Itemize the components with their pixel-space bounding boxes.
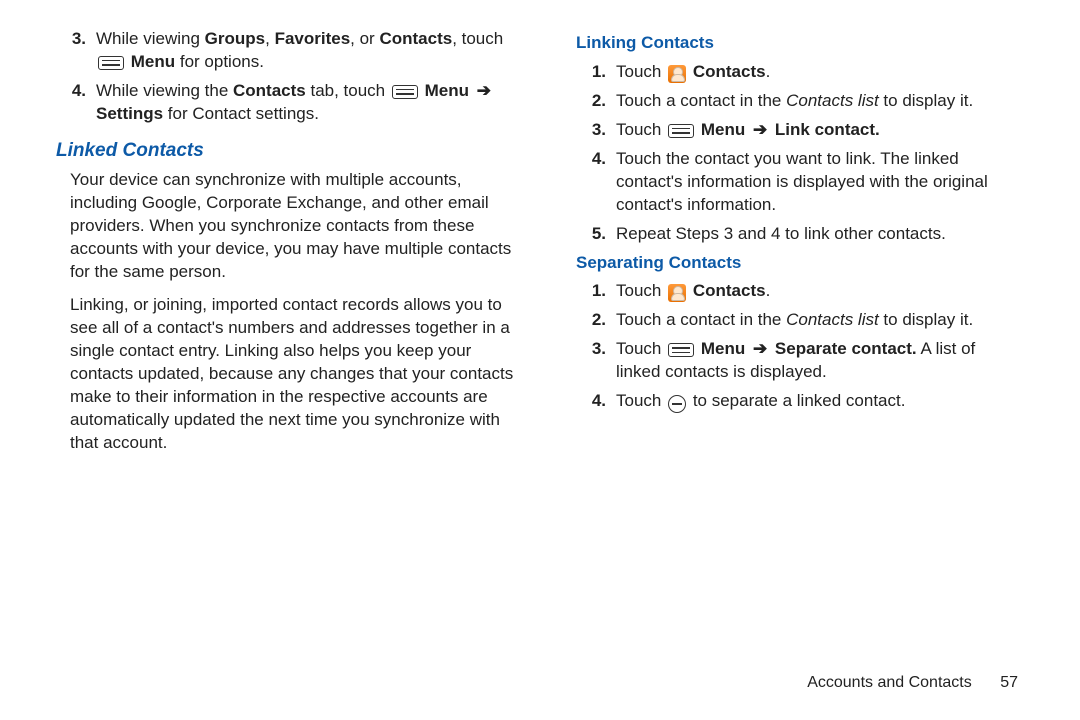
step-number: 4. bbox=[576, 148, 616, 217]
remove-icon bbox=[668, 395, 686, 413]
paragraph: Linking, or joining, imported contact re… bbox=[70, 294, 514, 455]
arrow-icon: ➔ bbox=[750, 120, 770, 139]
contacts-icon bbox=[668, 65, 686, 83]
left-column: 3. While viewing Groups, Favorites, or C… bbox=[56, 28, 514, 465]
heading-linking-contacts: Linking Contacts bbox=[576, 32, 1020, 55]
bold: Contacts bbox=[693, 281, 766, 300]
text: to display it. bbox=[879, 310, 974, 329]
text: , bbox=[265, 29, 274, 48]
step-text: Touch Contacts. bbox=[616, 61, 1020, 84]
step-text: Touch a contact in the Contacts list to … bbox=[616, 90, 1020, 113]
step-item: 2. Touch a contact in the Contacts list … bbox=[576, 90, 1020, 113]
text: to display it. bbox=[879, 91, 974, 110]
linking-step-list: 1. Touch Contacts. 2. Touch a contact in… bbox=[562, 61, 1020, 246]
text: for Contact settings. bbox=[163, 104, 319, 123]
step-number: 5. bbox=[576, 223, 616, 246]
step-item: 5. Repeat Steps 3 and 4 to link other co… bbox=[576, 223, 1020, 246]
bold: Separate contact. bbox=[775, 339, 917, 358]
step-item: 1. Touch Contacts. bbox=[576, 280, 1020, 303]
step-number: 2. bbox=[576, 309, 616, 332]
text: for options. bbox=[175, 52, 264, 71]
step-item: 4. Touch to separate a linked contact. bbox=[576, 390, 1020, 413]
italic: Contacts list bbox=[786, 91, 879, 110]
bold: Contacts bbox=[233, 81, 306, 100]
bold: Menu bbox=[701, 120, 750, 139]
bold: Contacts bbox=[379, 29, 452, 48]
arrow-icon: ➔ bbox=[750, 339, 770, 358]
text: Touch a contact in the bbox=[616, 310, 786, 329]
text: , or bbox=[350, 29, 379, 48]
bold: Menu bbox=[701, 339, 750, 358]
step-item: 1. Touch Contacts. bbox=[576, 61, 1020, 84]
italic: Contacts list bbox=[786, 310, 879, 329]
menu-icon bbox=[98, 56, 124, 70]
step-item: 4. While viewing the Contacts tab, touch… bbox=[56, 80, 514, 126]
bold: Menu bbox=[425, 81, 474, 100]
text: tab, touch bbox=[306, 81, 390, 100]
step-number: 1. bbox=[576, 280, 616, 303]
step-number: 3. bbox=[576, 338, 616, 384]
menu-icon bbox=[392, 85, 418, 99]
step-item: 3. Touch Menu ➔ Separate contact. A list… bbox=[576, 338, 1020, 384]
bold: Contacts bbox=[693, 62, 766, 81]
step-number: 3. bbox=[576, 119, 616, 142]
text: Touch bbox=[616, 391, 666, 410]
bold: Favorites bbox=[275, 29, 351, 48]
step-text: Repeat Steps 3 and 4 to link other conta… bbox=[616, 223, 1020, 246]
text: Touch bbox=[616, 281, 666, 300]
step-number: 4. bbox=[576, 390, 616, 413]
bold: Groups bbox=[205, 29, 265, 48]
step-text: While viewing Groups, Favorites, or Cont… bbox=[96, 28, 514, 74]
step-number: 1. bbox=[576, 61, 616, 84]
text: While viewing bbox=[96, 29, 205, 48]
step-item: 2. Touch a contact in the Contacts list … bbox=[576, 309, 1020, 332]
step-text: Touch the contact you want to link. The … bbox=[616, 148, 1020, 217]
step-number: 3. bbox=[56, 28, 96, 74]
menu-icon bbox=[668, 124, 694, 138]
footer-section: Accounts and Contacts bbox=[807, 674, 972, 691]
contacts-icon bbox=[668, 284, 686, 302]
bold: Link contact. bbox=[775, 120, 880, 139]
bold: Menu bbox=[131, 52, 175, 71]
separating-step-list: 1. Touch Contacts. 2. Touch a contact in… bbox=[562, 280, 1020, 413]
page-number: 57 bbox=[1000, 672, 1018, 694]
step-text: Touch Menu ➔ Separate contact. A list of… bbox=[616, 338, 1020, 384]
step-number: 2. bbox=[576, 90, 616, 113]
text: Touch bbox=[616, 339, 666, 358]
heading-linked-contacts: Linked Contacts bbox=[56, 138, 514, 164]
step-text: Touch to separate a linked contact. bbox=[616, 390, 1020, 413]
step-text: Touch a contact in the Contacts list to … bbox=[616, 309, 1020, 332]
text: . bbox=[766, 281, 771, 300]
step-number: 4. bbox=[56, 80, 96, 126]
paragraph: Your device can synchronize with multipl… bbox=[70, 169, 514, 284]
text: While viewing the bbox=[96, 81, 233, 100]
step-text: Touch Contacts. bbox=[616, 280, 1020, 303]
step-item: 3. While viewing Groups, Favorites, or C… bbox=[56, 28, 514, 74]
text: . bbox=[766, 62, 771, 81]
top-step-list: 3. While viewing Groups, Favorites, or C… bbox=[56, 28, 514, 126]
text: , touch bbox=[452, 29, 503, 48]
heading-separating-contacts: Separating Contacts bbox=[576, 252, 1020, 275]
step-item: 4. Touch the contact you want to link. T… bbox=[576, 148, 1020, 217]
bold: Settings bbox=[96, 104, 163, 123]
right-column: Linking Contacts 1. Touch Contacts. 2. T… bbox=[562, 28, 1020, 465]
menu-icon bbox=[668, 343, 694, 357]
text: Touch bbox=[616, 120, 666, 139]
text: Touch bbox=[616, 62, 666, 81]
page-footer: Accounts and Contacts 57 bbox=[807, 672, 1018, 694]
step-text: Touch Menu ➔ Link contact. bbox=[616, 119, 1020, 142]
step-text: While viewing the Contacts tab, touch Me… bbox=[96, 80, 514, 126]
step-item: 3. Touch Menu ➔ Link contact. bbox=[576, 119, 1020, 142]
text: to separate a linked contact. bbox=[688, 391, 905, 410]
text: Touch a contact in the bbox=[616, 91, 786, 110]
arrow-icon: ➔ bbox=[474, 81, 494, 100]
